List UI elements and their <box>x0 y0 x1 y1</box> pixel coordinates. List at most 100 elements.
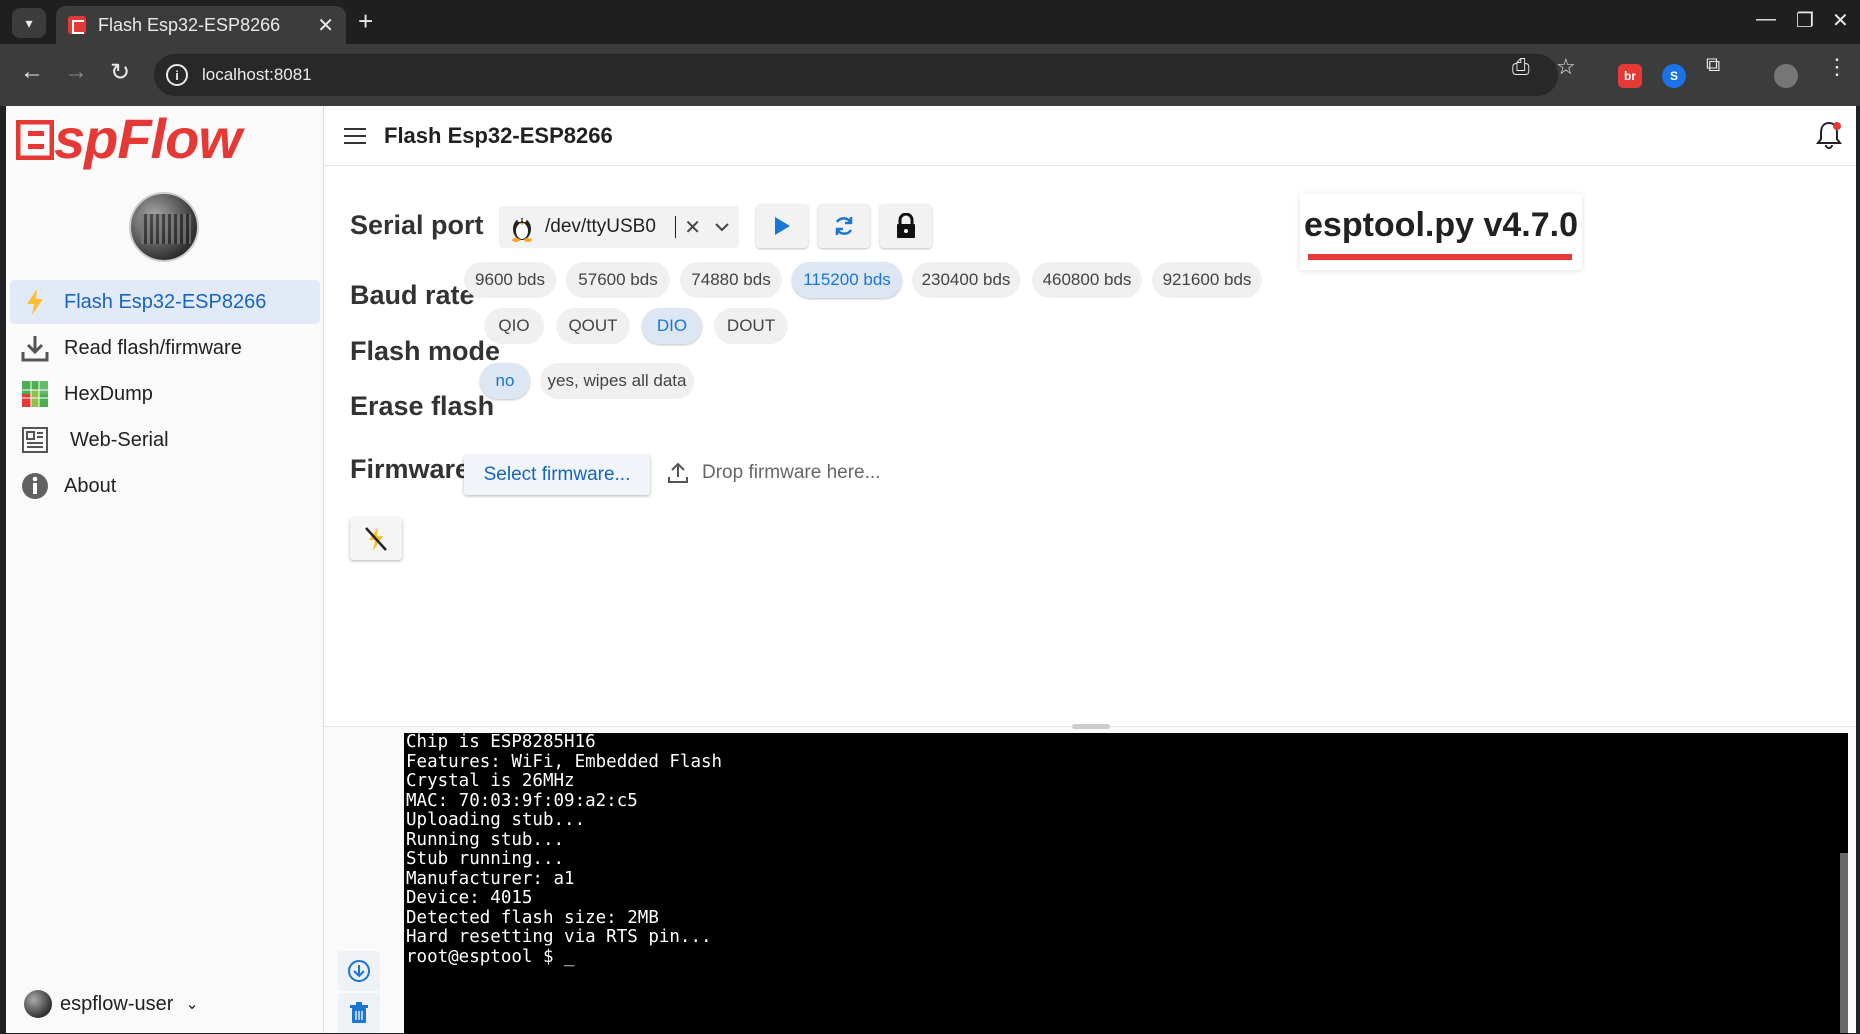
terminal-line: Hard resetting via RTS pin... <box>406 927 712 947</box>
sidebar-item-read-flash[interactable]: Read flash/firmware <box>10 326 320 370</box>
chevron-down-icon: ▾ <box>25 14 33 31</box>
chevron-down-icon: ⌄ <box>185 996 199 1013</box>
sidebar-item-hexdump[interactable]: HexDump <box>10 372 320 416</box>
browser-menu-icon[interactable]: ⋮ <box>1826 54 1848 80</box>
close-tab-icon[interactable]: ✕ <box>317 13 334 38</box>
avatar <box>129 192 199 262</box>
baud-option[interactable]: 921600 bds <box>1152 262 1262 298</box>
web-serial-icon <box>20 425 50 455</box>
scroll-to-bottom-button[interactable] <box>338 951 380 991</box>
play-icon <box>775 217 790 235</box>
clear-terminal-button[interactable] <box>338 993 380 1033</box>
reload-button[interactable]: ↻ <box>110 58 130 87</box>
download-icon <box>20 333 50 363</box>
sidebar-item-label: Web-Serial <box>70 428 169 451</box>
terminal-line: Running stub... <box>406 829 565 850</box>
terminal-panel: Chip is ESP8285H16 Features: WiFi, Embed… <box>324 724 1856 1034</box>
flash-mode-option-selected[interactable]: DIO <box>642 308 702 344</box>
terminal-line: Chip is ESP8285H16 <box>406 733 596 752</box>
new-tab-button[interactable]: + <box>358 6 373 37</box>
sidebar-item-label: About <box>64 474 117 497</box>
baud-rate-label: Baud rate <box>350 280 475 310</box>
flash-mode-label: Flash mode <box>350 336 501 366</box>
linux-tux-icon <box>512 218 532 242</box>
baud-option[interactable]: 74880 bds <box>680 262 782 298</box>
minimize-window-button[interactable]: — <box>1756 8 1776 31</box>
page-title: Flash Esp32-ESP8266 <box>384 122 613 148</box>
erase-option[interactable]: yes, wipes all data <box>540 363 694 399</box>
baud-option[interactable]: 57600 bds <box>566 262 670 298</box>
espflow-favicon-icon <box>68 16 86 34</box>
tab-search-button[interactable]: ▾ <box>12 8 46 38</box>
upload-icon <box>668 462 688 483</box>
sidebar: spFlow Flash Esp32-ESP8266 Read flash/fi… <box>6 106 324 1033</box>
lock-icon <box>897 213 915 238</box>
chevron-down-icon[interactable] <box>715 219 729 235</box>
baud-option[interactable]: 9600 bds <box>464 262 556 298</box>
app-header: Flash Esp32-ESP8266 <box>324 106 1856 166</box>
terminal-line: Uploading stub... <box>406 810 586 830</box>
extensions-puzzle-icon[interactable]: ⧉ <box>1706 54 1720 77</box>
install-app-icon[interactable]: ⎙ <box>1512 54 1530 80</box>
esptool-version-badge: esptool.py v4.7.0 <box>1300 194 1582 270</box>
terminal-prompt: root@esptool $ _ <box>406 946 575 967</box>
restore-window-button[interactable]: ❐ <box>1796 8 1814 33</box>
refresh-icon <box>835 217 853 235</box>
sidebar-item-web-serial[interactable]: Web-Serial <box>10 418 320 462</box>
espflow-logo[interactable]: spFlow <box>15 106 242 171</box>
hamburger-menu-icon[interactable] <box>344 127 366 144</box>
serial-port-select[interactable]: /dev/ttyUSB0 ✕ <box>499 206 739 248</box>
connect-button[interactable] <box>756 204 808 248</box>
user-avatar <box>24 990 52 1018</box>
terminal-line: Device: 4015 <box>406 888 533 908</box>
refresh-ports-button[interactable] <box>818 204 870 248</box>
sidebar-item-about[interactable]: About <box>10 464 320 508</box>
flash-mode-option[interactable]: QOUT <box>556 308 630 344</box>
notification-bell-icon[interactable] <box>1814 120 1844 150</box>
trash-icon <box>350 1002 368 1023</box>
drop-firmware-text: Drop firmware here... <box>702 462 881 483</box>
baud-option[interactable]: 460800 bds <box>1032 262 1142 298</box>
close-window-button[interactable]: ✕ <box>1832 8 1849 33</box>
arrow-down-circle-icon <box>348 960 370 982</box>
profile-avatar-icon[interactable] <box>1774 64 1798 88</box>
browser-tab[interactable]: Flash Esp32-ESP8266 ✕ <box>56 6 346 44</box>
sidebar-item-label: Flash Esp32-ESP8266 <box>64 290 267 313</box>
shazam-extension-icon[interactable]: S <box>1662 64 1686 88</box>
flash-mode-option[interactable]: QIO <box>484 308 544 344</box>
bolt-icon <box>20 287 50 317</box>
flash-off-icon <box>365 527 387 551</box>
erase-option-selected[interactable]: no <box>480 363 530 399</box>
browser-tab-bar: ▾ Flash Esp32-ESP8266 ✕ + — ❐ ✕ <box>0 0 1860 44</box>
terminal-output[interactable]: Chip is ESP8285H16 Features: WiFi, Embed… <box>404 733 1848 1034</box>
terminal-line: Manufacturer: a1 <box>406 868 575 889</box>
bookmark-star-icon[interactable]: ☆ <box>1556 54 1576 80</box>
app-root: spFlow Flash Esp32-ESP8266 Read flash/fi… <box>6 106 1856 1034</box>
terminal-scrollbar[interactable] <box>1840 853 1848 1033</box>
flash-button[interactable] <box>350 518 402 560</box>
back-button[interactable]: ← <box>20 58 44 86</box>
terminal-line: Detected flash size: 2MB <box>406 907 659 928</box>
sidebar-item-label: HexDump <box>64 382 153 405</box>
erase-flash-label: Erase flash <box>350 391 495 421</box>
flash-mode-option[interactable]: DOUT <box>714 308 788 344</box>
forward-button[interactable]: → <box>64 58 88 86</box>
resize-handle[interactable] <box>1072 724 1110 729</box>
site-info-icon[interactable]: i <box>166 64 188 86</box>
main-content: Flash Esp32-ESP8266 Serial port /dev/tty… <box>324 106 1856 1034</box>
user-menu[interactable]: espflow-user ⌄ <box>24 990 199 1018</box>
terminal-line: Features: WiFi, Embedded Flash <box>406 751 723 772</box>
lock-port-button[interactable] <box>880 204 932 248</box>
sidebar-item-flash[interactable]: Flash Esp32-ESP8266 <box>10 280 320 324</box>
address-bar[interactable]: i localhost:8081 <box>154 54 1558 96</box>
select-firmware-button[interactable]: Select firmware... <box>464 455 650 495</box>
clear-icon[interactable]: ✕ <box>684 215 701 240</box>
firmware-drop-zone[interactable]: Drop firmware here... <box>666 461 880 485</box>
hexdump-icon <box>20 379 50 409</box>
serial-port-value: /dev/ttyUSB0 <box>545 216 677 238</box>
baud-option-selected[interactable]: 115200 bds <box>792 262 902 298</box>
br-extension-icon[interactable]: br <box>1618 64 1642 88</box>
terminal-line: MAC: 70:03:9f:09:a2:c5 <box>406 790 638 811</box>
logo-text: spFlow <box>54 107 242 170</box>
baud-option[interactable]: 230400 bds <box>912 262 1020 298</box>
